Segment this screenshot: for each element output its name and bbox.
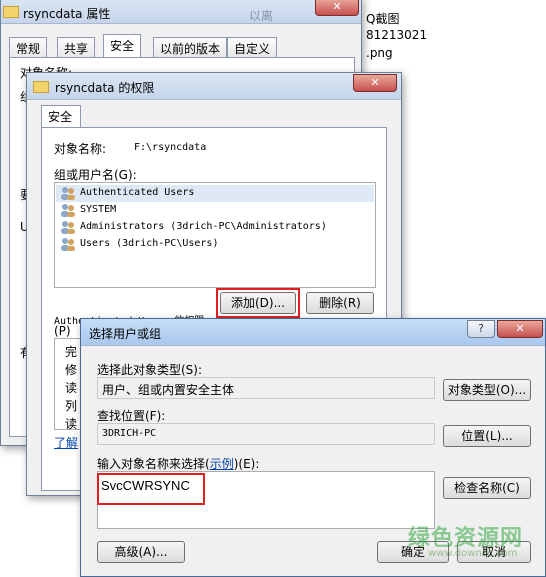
user-name: Users (3drich-PC\Users)	[80, 238, 219, 249]
tab-general[interactable]: 常规	[9, 37, 48, 58]
permissions-title: rsyncdata 的权限	[55, 81, 155, 95]
close-button[interactable]: ✕	[497, 320, 543, 338]
user-name: Administrators (3drich-PC\Administrators…	[80, 221, 327, 232]
bg-file-name: 81213021	[366, 28, 428, 42]
users-group-icon	[61, 238, 75, 251]
folder-icon	[3, 6, 19, 18]
permission-row: 列	[65, 399, 78, 413]
locations-button[interactable]: 位置(L)...	[443, 425, 531, 447]
location-value: 3DRICH-PC	[102, 428, 157, 439]
enter-names-label: 输入对象名称来选择(示例)(E):	[97, 455, 259, 472]
enter-names-label-post: )(E):	[233, 457, 260, 471]
location-label: 查找位置(F):	[97, 409, 166, 423]
users-group-icon	[61, 221, 75, 234]
properties-titlebar: rsyncdata 属性 以离 ✕	[1, 0, 361, 24]
watermark-url: www.downcc.com	[428, 548, 518, 559]
location-field: 3DRICH-PC	[97, 423, 435, 445]
object-types-button[interactable]: 对象类型(O)...	[443, 379, 531, 401]
list-item[interactable]: Authenticated Users	[56, 185, 374, 202]
tab-security[interactable]: 安全	[41, 105, 81, 128]
tab-previous-versions[interactable]: 以前的版本	[153, 37, 228, 58]
highlight-box	[216, 288, 300, 318]
tab-security[interactable]: 安全	[103, 34, 142, 58]
advanced-button[interactable]: 高级(A)...	[97, 541, 185, 563]
examples-link[interactable]: 示例	[210, 457, 234, 471]
tab-customize[interactable]: 自定义	[227, 37, 278, 58]
object-type-field: 用户、组或内置安全主体	[97, 377, 435, 399]
close-button[interactable]: ✕	[353, 74, 397, 92]
tab-sharing[interactable]: 共享	[57, 37, 96, 58]
permission-row: 完	[65, 345, 78, 359]
learn-more-link[interactable]: 了解	[54, 434, 78, 451]
permission-row: 读	[65, 381, 78, 395]
permissions-titlebar: rsyncdata 的权限 ✕	[27, 73, 401, 100]
permissions-label-p: (P)	[54, 324, 71, 338]
user-name: Authenticated Users	[80, 187, 195, 198]
permission-row: 读	[65, 417, 78, 431]
watermark: 绿色资源网 www.downcc.com	[408, 520, 538, 570]
object-type-label: 选择此对象类型(S):	[97, 363, 203, 377]
highlight-box	[97, 473, 205, 505]
close-button[interactable]: ✕	[315, 0, 359, 16]
object-name-value: F:\rsyncdata	[134, 142, 207, 153]
object-type-value: 用户、组或内置安全主体	[102, 383, 235, 397]
folder-icon	[33, 81, 49, 93]
permission-row: 修	[65, 363, 78, 377]
bg-file-name: Q截图	[366, 12, 400, 26]
user-list[interactable]: Authenticated Users SYSTEM Administrator…	[54, 182, 376, 288]
user-name: SYSTEM	[80, 204, 117, 215]
remove-button[interactable]: 删除(R)	[306, 292, 374, 314]
bg-file-name: .png	[366, 46, 393, 60]
group-user-label: 组或用户名(G):	[54, 168, 137, 182]
help-button[interactable]: ?	[467, 320, 495, 338]
list-item[interactable]: Administrators (3drich-PC\Administrators…	[56, 219, 374, 236]
background-file-list: Q截图 81213021 .png	[366, 8, 546, 68]
behind-window-title: 以离	[249, 9, 274, 23]
users-group-icon	[61, 204, 75, 217]
object-name-label: 对象名称:	[54, 142, 107, 156]
enter-names-label-pre: 输入对象名称来选择(	[97, 457, 210, 471]
list-item[interactable]: SYSTEM	[56, 202, 374, 219]
select-users-title: 选择用户或组	[89, 327, 162, 341]
list-item[interactable]: Users (3drich-PC\Users)	[56, 236, 374, 253]
users-group-icon	[61, 187, 75, 200]
check-names-button[interactable]: 检查名称(C)	[443, 477, 531, 499]
select-users-titlebar: 选择用户或组 ? ✕	[81, 319, 545, 346]
properties-title: rsyncdata 属性	[23, 7, 111, 21]
